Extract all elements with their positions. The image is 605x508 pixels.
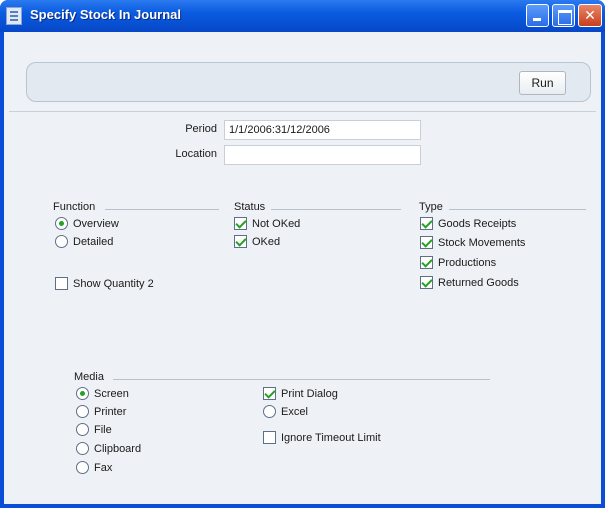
function-group-divider xyxy=(105,209,219,210)
radio-selected-icon xyxy=(76,387,89,400)
specification-panel: Period 1/1/2006:31/12/2006 Location Func… xyxy=(9,111,596,499)
type-group-divider xyxy=(449,209,586,210)
radio-icon xyxy=(263,405,276,418)
media-group-divider xyxy=(113,379,490,380)
period-field[interactable]: 1/1/2006:31/12/2006 xyxy=(224,120,421,140)
button-bar: Run xyxy=(26,62,591,102)
checkbox-checked-icon xyxy=(420,256,433,269)
close-button[interactable]: ✕ xyxy=(578,4,602,27)
document-icon xyxy=(6,7,22,25)
status-group-title: Status xyxy=(234,201,266,213)
minimize-button[interactable] xyxy=(526,4,549,27)
checkbox-icon xyxy=(55,277,68,290)
window-title: Specify Stock In Journal xyxy=(30,7,181,22)
radio-icon xyxy=(76,405,89,418)
radio-icon xyxy=(76,442,89,455)
checkbox-checked-icon xyxy=(263,387,276,400)
radio-icon xyxy=(76,461,89,474)
radio-selected-icon xyxy=(55,217,68,230)
radio-icon xyxy=(76,423,89,436)
dialog-window: Specify Stock In Journal ✕ Run Period 1/… xyxy=(0,0,605,508)
media-group-title: Media xyxy=(74,371,104,383)
checkbox-checked-icon xyxy=(234,217,247,230)
checkbox-checked-icon xyxy=(234,235,247,248)
close-icon: ✕ xyxy=(584,7,596,23)
title-bar[interactable]: Specify Stock In Journal ✕ xyxy=(0,0,605,32)
dialog-body: Run Period 1/1/2006:31/12/2006 Location … xyxy=(4,32,601,504)
checkbox-checked-icon xyxy=(420,276,433,289)
run-button[interactable]: Run xyxy=(519,71,566,95)
status-group-divider xyxy=(271,209,401,210)
radio-icon xyxy=(55,235,68,248)
location-label: Location xyxy=(175,148,217,160)
checkbox-checked-icon xyxy=(420,217,433,230)
type-group-title: Type xyxy=(419,201,443,213)
checkbox-checked-icon xyxy=(420,236,433,249)
location-field[interactable] xyxy=(224,145,421,165)
checkbox-icon xyxy=(263,431,276,444)
period-label: Period xyxy=(185,123,217,135)
maximize-button[interactable] xyxy=(552,4,575,27)
function-group-title: Function xyxy=(53,201,96,213)
